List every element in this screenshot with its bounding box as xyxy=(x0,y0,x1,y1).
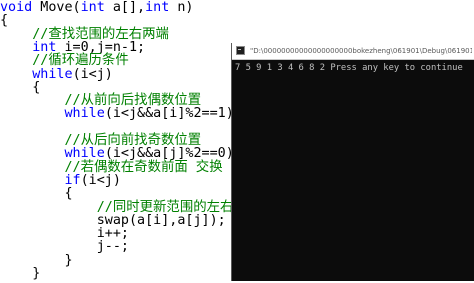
code-text: a[], xyxy=(104,0,146,15)
code-text: (i<j) xyxy=(80,172,121,188)
code-text: n) xyxy=(169,0,194,15)
code-keyword: int xyxy=(80,0,105,15)
console-titlebar[interactable]: "D:\00000000000000000000bokezheng\061901… xyxy=(232,43,474,60)
console-title: "D:\00000000000000000000bokezheng\061901… xyxy=(250,47,472,55)
code-line: void Move(int a[],int n) xyxy=(0,0,194,17)
console-app-icon xyxy=(236,46,245,55)
code-line: } xyxy=(0,265,40,283)
code-text: } xyxy=(0,266,41,281)
code-keyword: while xyxy=(64,106,105,122)
console-output-text: 7 5 9 1 3 4 6 8 2 Press any key to conti… xyxy=(235,63,463,73)
console-window[interactable]: "D:\00000000000000000000bokezheng\061901… xyxy=(231,43,474,281)
code-text: Move( xyxy=(32,0,81,15)
code-keyword: int xyxy=(145,0,170,15)
code-text: (i<j) xyxy=(72,66,113,82)
